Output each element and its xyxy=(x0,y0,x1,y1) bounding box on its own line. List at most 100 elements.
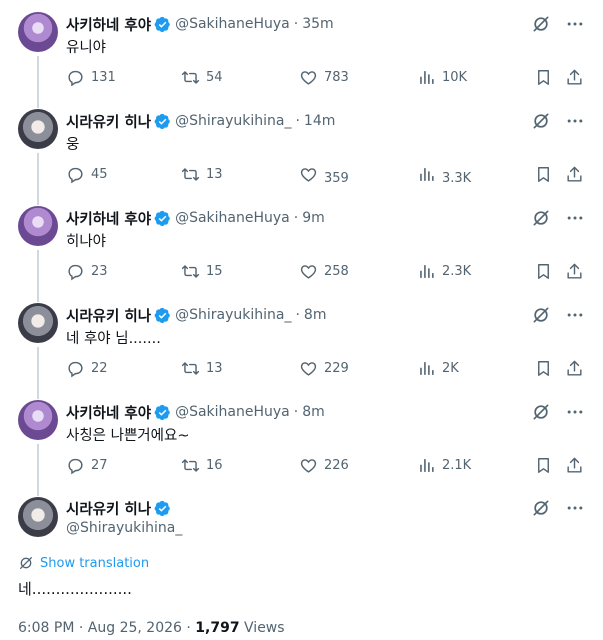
grok-icon[interactable] xyxy=(531,208,551,228)
author-name[interactable]: 사키하네 후야 xyxy=(66,402,151,423)
views-button[interactable]: 2.3K xyxy=(417,262,471,281)
bookmark-icon xyxy=(534,68,553,87)
tweet-time[interactable]: 9m xyxy=(302,210,325,226)
bookmark-icon xyxy=(534,456,553,475)
more-options-icon[interactable] xyxy=(565,402,585,422)
bookmark-button[interactable] xyxy=(534,262,559,281)
views-button[interactable]: 2.1K xyxy=(417,456,471,475)
author-name[interactable]: 사키하네 후야 xyxy=(66,14,151,35)
bar-chart-icon xyxy=(417,68,436,87)
tweet-time[interactable]: 8m xyxy=(304,307,327,323)
share-icon xyxy=(565,359,584,378)
views-button[interactable]: 10K xyxy=(417,68,467,87)
author-name[interactable]: 시라유키 히나 xyxy=(66,111,151,132)
grok-icon[interactable] xyxy=(531,498,551,518)
tweet-time[interactable]: 14m xyxy=(304,113,335,129)
heart-icon xyxy=(299,262,318,281)
share-button[interactable] xyxy=(565,262,590,281)
reply-count: 131 xyxy=(91,70,116,85)
author-name[interactable]: 시라유키 히나 xyxy=(66,305,151,326)
more-options-icon[interactable] xyxy=(565,498,585,518)
verified-badge-icon xyxy=(154,210,171,227)
like-button[interactable]: 226 xyxy=(299,456,349,475)
share-button[interactable] xyxy=(565,456,590,475)
author-handle[interactable]: @SakihaneHuya xyxy=(175,210,290,226)
repost-button[interactable]: 13 xyxy=(181,359,223,378)
author-handle[interactable]: @SakihaneHuya xyxy=(175,16,290,32)
share-icon xyxy=(565,456,584,475)
repost-button[interactable]: 54 xyxy=(181,68,223,87)
views-button[interactable]: 2K xyxy=(417,359,459,378)
more-options-icon[interactable] xyxy=(565,208,585,228)
share-button[interactable] xyxy=(565,359,590,378)
repost-count: 13 xyxy=(206,167,223,182)
avatar-sakihane-huya[interactable] xyxy=(18,12,58,52)
like-button[interactable]: 258 xyxy=(299,262,349,281)
tweet-time[interactable]: 8m xyxy=(302,404,325,420)
avatar-shirayukihina[interactable] xyxy=(18,497,58,537)
views-count: 3.3K xyxy=(442,171,472,186)
bookmark-button[interactable] xyxy=(534,359,559,378)
reply-count: 27 xyxy=(91,458,108,473)
tweet-actions: 23 15 258 2.3K xyxy=(66,262,588,284)
grok-icon[interactable] xyxy=(531,402,551,422)
thread-line xyxy=(37,250,39,302)
tweet-actions: 22 13 229 2K xyxy=(66,359,588,381)
grok-icon[interactable] xyxy=(531,14,551,34)
author-handle[interactable]: @SakihaneHuya xyxy=(175,404,290,420)
reply-count: 23 xyxy=(91,264,108,279)
bookmark-icon xyxy=(534,359,553,378)
show-translation-label: Show translation xyxy=(40,555,150,571)
repost-icon xyxy=(181,359,200,378)
reply-button[interactable]: 23 xyxy=(66,262,108,281)
reply-icon xyxy=(66,359,85,378)
avatar-sakihane-huya[interactable] xyxy=(18,400,58,440)
bar-chart-icon xyxy=(417,456,436,475)
avatar-sakihane-huya[interactable] xyxy=(18,206,58,246)
verified-badge-icon xyxy=(154,16,171,33)
more-options-icon[interactable] xyxy=(565,111,585,131)
more-options-icon[interactable] xyxy=(565,305,585,325)
bookmark-icon xyxy=(534,165,553,184)
verified-badge-icon xyxy=(154,113,171,130)
grok-icon[interactable] xyxy=(531,111,551,131)
author-handle[interactable]: @Shirayukihina_ xyxy=(175,307,291,323)
share-button[interactable] xyxy=(565,68,590,87)
grok-icon[interactable] xyxy=(531,305,551,325)
author-handle[interactable]: @Shirayukihina_ xyxy=(66,520,182,536)
author-name[interactable]: 시라유키 히나 xyxy=(66,498,151,519)
reply-button[interactable]: 131 xyxy=(66,68,116,87)
bookmark-icon xyxy=(534,262,553,281)
verified-badge-icon xyxy=(154,404,171,421)
repost-button[interactable]: 13 xyxy=(181,165,223,184)
tweet-time[interactable]: 35m xyxy=(302,16,333,32)
bookmark-button[interactable] xyxy=(534,165,559,184)
share-button[interactable] xyxy=(565,165,590,184)
repost-button[interactable]: 16 xyxy=(181,456,223,475)
show-translation-button[interactable]: Show translation xyxy=(18,555,149,571)
bookmark-button[interactable] xyxy=(534,456,559,475)
like-button[interactable]: 359 xyxy=(299,165,349,186)
bookmark-button[interactable] xyxy=(534,68,559,87)
reply-icon xyxy=(66,456,85,475)
like-count: 226 xyxy=(324,458,349,473)
tweet-time[interactable]: 6:08 PM xyxy=(18,620,74,636)
tweet-date[interactable]: Aug 25, 2026 xyxy=(88,620,182,636)
tweet-text: 히나야 xyxy=(66,234,107,250)
avatar-shirayukihina[interactable] xyxy=(18,303,58,343)
views-button[interactable]: 3.3K xyxy=(417,165,472,186)
avatar-shirayukihina[interactable] xyxy=(18,109,58,149)
views-count: 2.1K xyxy=(442,458,472,473)
reply-button[interactable]: 45 xyxy=(66,165,108,184)
reply-icon xyxy=(66,165,85,184)
reply-button[interactable]: 22 xyxy=(66,359,108,378)
separator: · xyxy=(186,620,191,636)
author-name[interactable]: 사키하네 후야 xyxy=(66,208,151,229)
reply-button[interactable]: 27 xyxy=(66,456,108,475)
repost-button[interactable]: 15 xyxy=(181,262,223,281)
more-options-icon[interactable] xyxy=(565,14,585,34)
like-button[interactable]: 783 xyxy=(299,68,349,87)
like-button[interactable]: 229 xyxy=(299,359,349,378)
author-handle[interactable]: @Shirayukihina_ xyxy=(175,113,291,129)
thread-line xyxy=(37,56,39,108)
